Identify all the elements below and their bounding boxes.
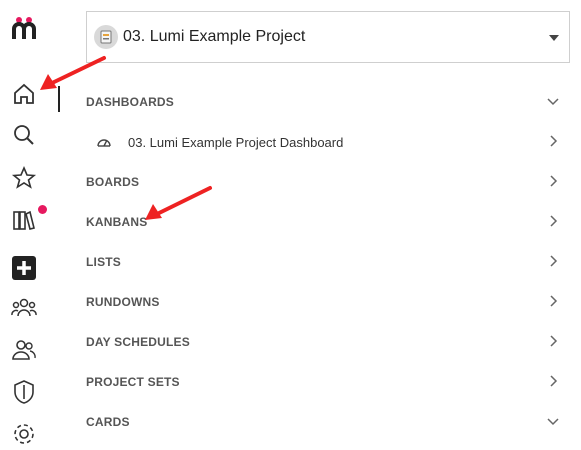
library-icon[interactable] [8, 204, 40, 236]
chevron-down-icon [547, 98, 559, 106]
team-icon[interactable] [8, 292, 40, 324]
chevron-right-icon [550, 175, 558, 187]
chevron-right-icon [550, 215, 558, 227]
section-label: RUNDOWNS [86, 295, 160, 309]
section-lists[interactable]: LISTS [86, 251, 560, 273]
icon-rail [0, 0, 48, 444]
chevron-right-icon [550, 255, 558, 267]
settings-icon[interactable] [8, 418, 40, 450]
section-rundowns[interactable]: RUNDOWNS [86, 291, 560, 313]
gauge-icon [97, 139, 111, 147]
users-icon[interactable] [8, 334, 40, 366]
section-label: DASHBOARDS [86, 95, 175, 109]
chevron-right-icon [550, 335, 558, 347]
home-icon[interactable] [8, 78, 40, 110]
section-label: LISTS [86, 255, 122, 269]
project-name: 03. Lumi Example Project [123, 28, 306, 45]
section-day-schedules[interactable]: DAY SCHEDULES [86, 331, 560, 353]
section-label: KANBANS [86, 215, 148, 229]
section-boards[interactable]: BOARDS [86, 171, 560, 193]
project-avatar-icon [94, 25, 118, 49]
section-kanbans[interactable]: KANBANS [86, 211, 560, 233]
section-label: BOARDS [86, 175, 140, 189]
chevron-right-icon [550, 135, 558, 147]
shield-icon[interactable] [8, 376, 40, 408]
chevron-down-icon [549, 35, 559, 41]
notification-dot [38, 205, 47, 214]
active-indicator [58, 86, 60, 112]
chevron-right-icon [550, 295, 558, 307]
section-dashboards[interactable]: DASHBOARDS [86, 91, 560, 113]
chevron-right-icon [550, 375, 558, 387]
dashboard-item[interactable]: 03. Lumi Example Project Dashboard [96, 131, 560, 153]
search-icon[interactable] [8, 119, 40, 151]
section-project-sets[interactable]: PROJECT SETS [86, 371, 560, 393]
section-label: PROJECT SETS [86, 375, 180, 389]
logo-icon[interactable] [8, 12, 40, 44]
section-label: CARDS [86, 415, 130, 429]
dashboard-item-label: 03. Lumi Example Project Dashboard [128, 134, 344, 150]
section-cards[interactable]: CARDS [86, 411, 560, 433]
project-selector[interactable]: 03. Lumi Example Project [86, 11, 570, 63]
chevron-down-icon [547, 418, 559, 426]
add-icon[interactable] [8, 252, 40, 284]
section-label: DAY SCHEDULES [86, 335, 190, 349]
star-icon[interactable] [8, 162, 40, 194]
